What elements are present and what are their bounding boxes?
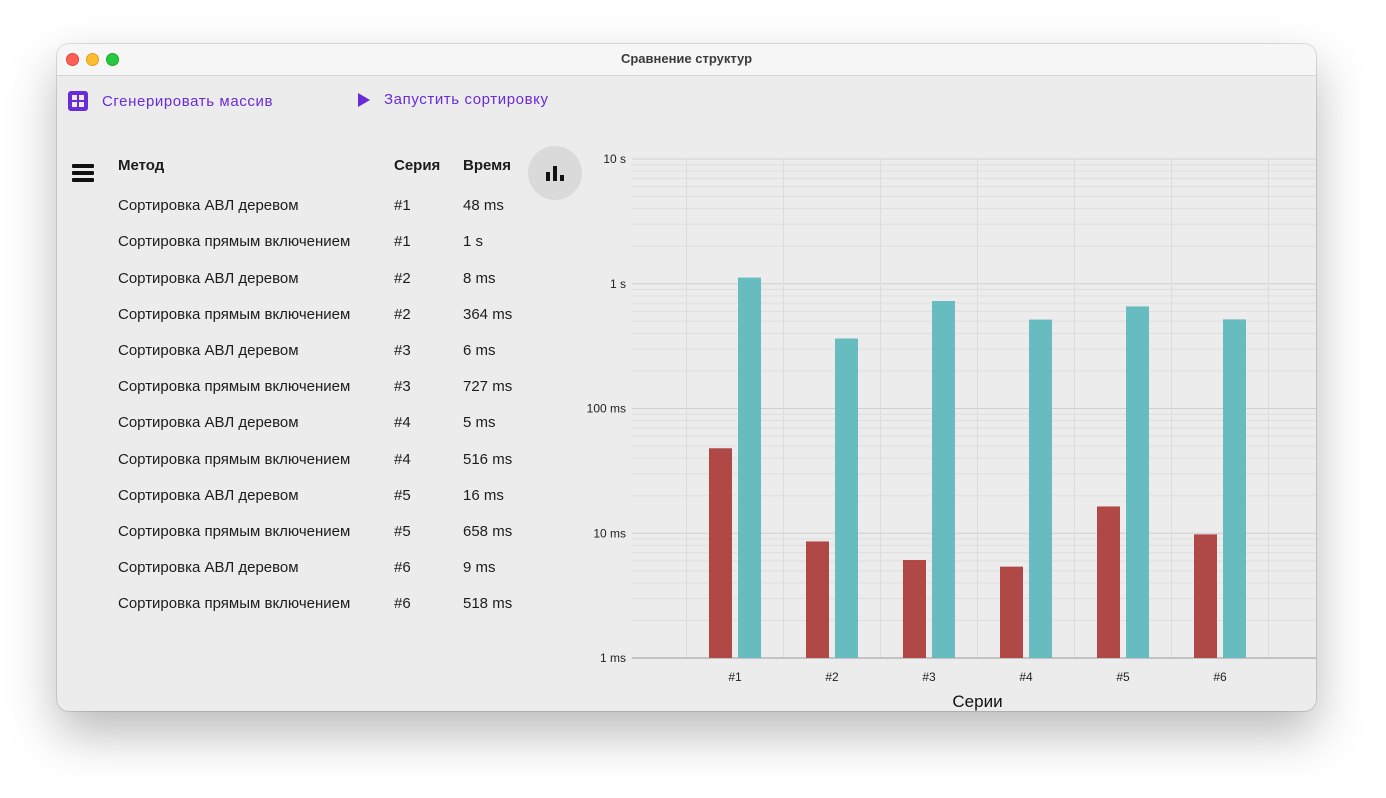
column-header-series[interactable]: Серия <box>394 157 440 174</box>
cell-time: 727 ms <box>463 378 513 396</box>
bar <box>1097 506 1120 658</box>
cell-time: 48 ms <box>463 197 504 215</box>
table-row[interactable]: Сортировка прямым включением #5 658 ms <box>118 514 538 550</box>
cell-method: Сортировка АВЛ деревом <box>118 486 299 504</box>
generate-array-button[interactable]: Сгенерировать массив <box>68 91 273 111</box>
chart-svg: 1 ms 10 ms 100 ms 1 s 10 s #1 #2 #3 #4 #5 #6 Серии <box>587 152 1316 711</box>
x-axis-title: Серии <box>952 692 1002 711</box>
x-tick-label: #4 <box>1019 670 1033 684</box>
bar <box>1194 534 1217 658</box>
cell-time: 8 ms <box>463 269 496 287</box>
bar <box>932 301 955 658</box>
cell-time: 516 ms <box>463 450 513 468</box>
table-row[interactable]: Сортировка прямым включением #3 727 ms <box>118 369 538 405</box>
cell-series: #4 <box>394 450 411 468</box>
cell-time: 518 ms <box>463 595 513 613</box>
cell-method: Сортировка АВЛ деревом <box>118 269 299 287</box>
table-row[interactable]: Сортировка прямым включением #1 1 s <box>118 224 538 260</box>
column-header-time[interactable]: Время <box>463 157 511 174</box>
bar <box>1029 319 1052 658</box>
cell-series: #3 <box>394 378 411 396</box>
cell-time: 16 ms <box>463 486 504 504</box>
x-tick-label: #5 <box>1116 670 1130 684</box>
y-tick-label: 1 s <box>610 277 626 291</box>
cell-method: Сортировка прямым включением <box>118 450 351 468</box>
bar <box>1000 566 1023 658</box>
x-tick-label: #2 <box>825 670 839 684</box>
cell-time: 1 s <box>463 233 484 251</box>
table-row[interactable]: Сортировка АВЛ деревом #3 6 ms <box>118 333 538 369</box>
cell-series: #6 <box>394 559 411 577</box>
bar <box>1126 306 1149 658</box>
cell-method: Сортировка прямым включением <box>118 233 351 251</box>
bar <box>738 277 761 658</box>
x-tick-label: #3 <box>922 670 936 684</box>
table-row[interactable]: Сортировка АВЛ деревом #2 8 ms <box>118 261 538 297</box>
run-sort-button[interactable]: Запустить сортировку <box>358 91 549 108</box>
cell-method: Сортировка АВЛ деревом <box>118 197 299 215</box>
table-row[interactable]: Сортировка прямым включением #6 518 ms <box>118 586 538 622</box>
results-table: Метод Серия Время Сортировка АВЛ деревом… <box>118 152 538 622</box>
bar <box>709 448 732 658</box>
cell-series: #6 <box>394 595 411 613</box>
run-sort-label: Запустить сортировку <box>384 91 549 108</box>
cell-time: 5 ms <box>463 414 496 432</box>
bar-chart: 1 ms 10 ms 100 ms 1 s 10 s #1 #2 #3 #4 #5 #6 Серии <box>567 144 1316 711</box>
table-row[interactable]: Сортировка АВЛ деревом #4 5 ms <box>118 405 538 441</box>
x-tick-label: #1 <box>728 670 742 684</box>
y-tick-label: 10 s <box>603 152 626 166</box>
cell-series: #2 <box>394 269 411 287</box>
table-row[interactable]: Сортировка АВЛ деревом #6 9 ms <box>118 550 538 586</box>
x-tick-label: #6 <box>1213 670 1227 684</box>
cell-time: 6 ms <box>463 341 496 359</box>
bar <box>835 338 858 658</box>
cell-method: Сортировка АВЛ деревом <box>118 341 299 359</box>
cell-series: #1 <box>394 233 411 251</box>
grid-icon <box>68 91 88 111</box>
cell-method: Сортировка прямым включением <box>118 305 351 323</box>
bar <box>806 541 829 658</box>
cell-series: #5 <box>394 486 411 504</box>
cell-series: #2 <box>394 305 411 323</box>
bar <box>1223 319 1246 658</box>
window-title: Сравнение структур <box>620 51 753 66</box>
cell-series: #1 <box>394 197 411 215</box>
y-tick-label: 100 ms <box>587 402 626 416</box>
cell-series: #5 <box>394 522 411 540</box>
y-tick-label: 1 ms <box>600 651 626 665</box>
table-row[interactable]: Сортировка прямым включением #2 364 ms <box>118 297 538 333</box>
cell-time: 658 ms <box>463 522 513 540</box>
menu-icon[interactable] <box>72 164 94 182</box>
cell-time: 9 ms <box>463 559 496 577</box>
generate-array-label: Сгенерировать массив <box>102 92 274 110</box>
column-header-method[interactable]: Метод <box>118 157 164 174</box>
cell-method: Сортировка прямым включением <box>118 522 351 540</box>
cell-series: #4 <box>394 414 411 432</box>
toolbar: Сгенерировать массив Запустить сортировк… <box>57 75 1316 129</box>
table-row[interactable]: Сортировка АВЛ деревом #1 48 ms <box>118 188 538 224</box>
play-icon <box>358 92 370 107</box>
cell-method: Сортировка АВЛ деревом <box>118 414 299 432</box>
cell-method: Сортировка прямым включением <box>118 595 351 613</box>
cell-method: Сортировка прямым включением <box>118 378 351 396</box>
bar <box>903 560 926 658</box>
cell-time: 364 ms <box>463 305 513 323</box>
table-row[interactable]: Сортировка прямым включением #4 516 ms <box>118 442 538 478</box>
table-row[interactable]: Сортировка АВЛ деревом #5 16 ms <box>118 478 538 514</box>
app-window: Сравнение структур Сгенерировать массив … <box>57 44 1316 711</box>
cell-method: Сортировка АВЛ деревом <box>118 559 299 577</box>
y-tick-label: 10 ms <box>593 526 626 540</box>
title-bar: Сравнение структур <box>57 44 1316 76</box>
cell-series: #3 <box>394 341 411 359</box>
table-header: Метод Серия Время <box>118 152 538 188</box>
